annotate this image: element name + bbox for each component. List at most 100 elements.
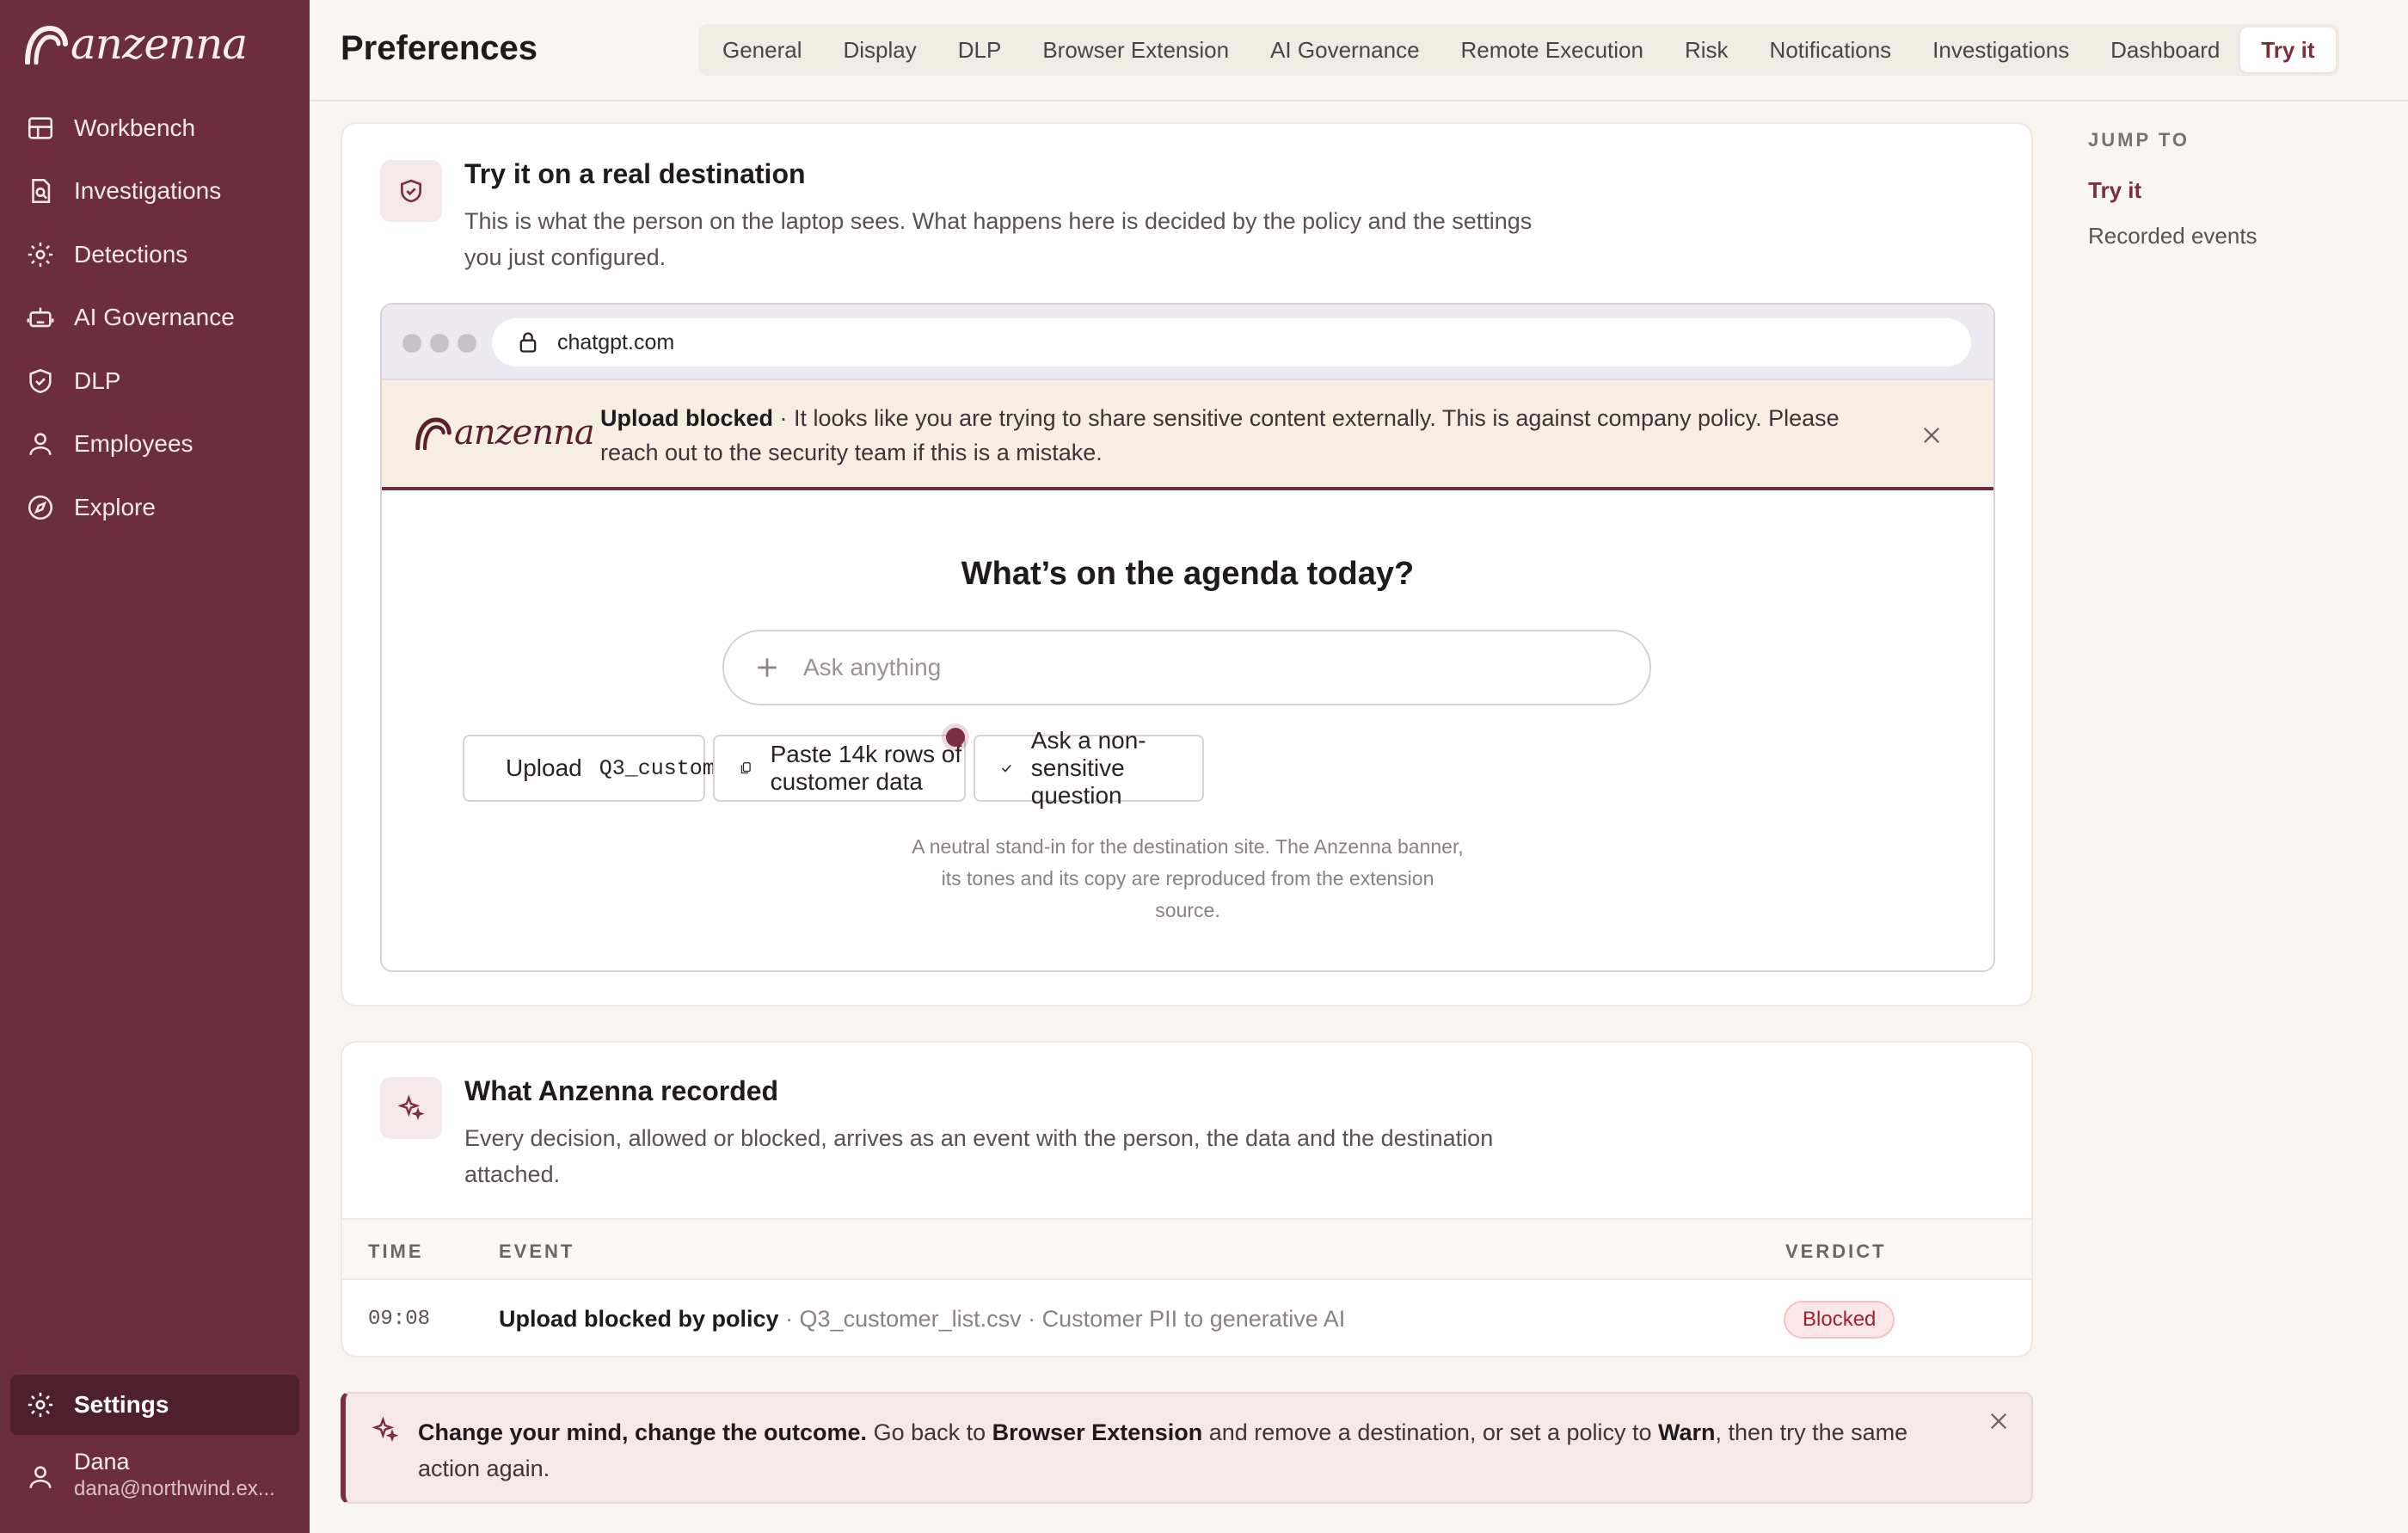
user-profile[interactable]: Dana dana@northwind.ex... [26, 1447, 280, 1502]
tab-browser-extension[interactable]: Browser Extension [1022, 28, 1250, 72]
card-icon-badge [380, 1077, 442, 1139]
layout-icon [28, 117, 53, 139]
event-summary: Upload blocked by policy · Q3_customer_l… [499, 1306, 1345, 1333]
plus-icon[interactable] [753, 654, 781, 681]
copy-icon [740, 762, 751, 774]
page-header: Preferences General Display DLP Browser … [310, 0, 2408, 102]
stand-in-line: its tones and its copy are reproduced fr… [941, 867, 1434, 890]
callout-link-browser-extension: Browser Extension [992, 1419, 1203, 1445]
anzenna-arch-icon [25, 25, 68, 65]
ask-input[interactable] [803, 654, 1577, 681]
stand-in-note: A neutral stand-in for the destination s… [382, 831, 1993, 927]
try-it-card: Try it on a real destination This is wha… [341, 122, 2033, 1007]
close-icon[interactable] [1987, 1409, 2011, 1433]
jump-to-label: JUMP TO [2088, 129, 2190, 151]
gear-icon [28, 1392, 53, 1418]
table-row[interactable]: 09:08 Upload blocked by policy · Q3_cust… [342, 1280, 2031, 1356]
lock-icon [519, 332, 537, 353]
pointer-indicator [946, 728, 965, 747]
sidebar-item-label: Employees [74, 430, 194, 458]
sidebar-item-employees[interactable]: Employees [0, 413, 310, 477]
sidebar-item-label: Detections [74, 240, 188, 268]
block-banner: anzenna Upload blocked · It looks like y… [382, 380, 1993, 490]
status-badge: Blocked [1784, 1301, 1895, 1339]
tab-notifications[interactable]: Notifications [1749, 28, 1913, 72]
user-name: Dana [74, 1449, 130, 1475]
brand-logo[interactable]: anzenna [24, 19, 248, 69]
tab-investigations[interactable]: Investigations [1912, 28, 2090, 72]
ask-box[interactable] [722, 630, 1651, 705]
close-icon[interactable] [1920, 423, 1944, 447]
agenda-heading: What’s on the agenda today? [961, 556, 1415, 592]
window-dot [430, 334, 449, 353]
event-time: 09:08 [368, 1308, 431, 1331]
brand-name: anzenna [71, 19, 248, 69]
tab-ai-governance[interactable]: AI Governance [1250, 28, 1440, 72]
upload-label: Upload [506, 754, 582, 781]
events-table-header: TIME EVENT VERDICT [342, 1218, 2031, 1280]
banner-separator: · [773, 405, 795, 431]
tab-try-it[interactable]: Try it [2240, 28, 2336, 72]
callout-warn: Warn [1658, 1419, 1716, 1445]
jump-link-recorded-events[interactable]: Recorded events [2088, 223, 2258, 249]
recorded-events-card: What Anzenna recorded Every decision, al… [341, 1041, 2033, 1358]
sidebar-item-detections[interactable]: Detections [0, 223, 310, 286]
mock-browser: chatgpt.com anzenna Upload blocked · It … [380, 303, 1995, 972]
jump-to-nav: JUMP TO Try it Recorded events [2088, 129, 2258, 268]
person-icon [29, 433, 52, 456]
tab-dlp[interactable]: DLP [937, 28, 1023, 72]
callout-message: Change your mind, change the outcome. Go… [418, 1414, 1966, 1487]
sidebar-item-investigations[interactable]: Investigations [0, 160, 310, 224]
upload-file-button[interactable]: Upload Q3_customer_list.csv [463, 735, 857, 802]
event-title: Upload blocked by policy [499, 1306, 779, 1332]
jump-link-try-it[interactable]: Try it [2088, 177, 2258, 204]
tab-display[interactable]: Display [823, 28, 937, 72]
paste-data-button[interactable]: Paste 14k rows of customer data [713, 735, 966, 802]
stand-in-line: A neutral stand-in for the destination s… [912, 835, 1464, 858]
preferences-tabs: General Display DLP Browser Extension AI… [698, 24, 2339, 76]
column-time: TIME [368, 1241, 424, 1262]
address-bar[interactable]: chatgpt.com [492, 318, 1971, 366]
callout-lead: Change your mind, change the outcome. [418, 1419, 868, 1445]
sidebar-item-label: Settings [74, 1391, 169, 1418]
user-email: dana@northwind.ex... [74, 1477, 275, 1500]
column-event: EVENT [499, 1241, 575, 1262]
browser-toolbar: chatgpt.com [382, 305, 1993, 380]
ask-safe-question-button[interactable]: Ask a non-sensitive question [974, 727, 1204, 809]
callout-text-part: Go back to [867, 1419, 992, 1445]
demo-actions: Upload Q3_customer_list.csv Paste 14k ro… [382, 727, 1993, 809]
sidebar-item-explore[interactable]: Explore [0, 476, 310, 539]
anzenna-arch-icon [415, 417, 452, 450]
paste-label: Paste 14k rows of customer data [770, 741, 962, 795]
robot-icon [27, 307, 54, 328]
column-verdict: VERDICT [1785, 1241, 1887, 1262]
try-it-title: Try it on a real destination [464, 158, 806, 189]
file-search-icon [32, 179, 51, 204]
url-text: chatgpt.com [557, 329, 675, 354]
sidebar: anzenna Workbench Investigations Detecti… [0, 0, 310, 1533]
tab-risk[interactable]: Risk [1664, 28, 1749, 72]
sidebar-item-settings[interactable]: Settings [10, 1375, 299, 1435]
sidebar-item-label: DLP [74, 366, 121, 394]
sidebar-item-dlp[interactable]: DLP [0, 349, 310, 413]
tab-general[interactable]: General [702, 28, 823, 72]
banner-logo: anzenna [415, 413, 595, 453]
tab-remote-execution[interactable]: Remote Execution [1440, 28, 1664, 72]
shield-icon [29, 368, 52, 393]
sidebar-nav: Workbench Investigations Detections AI G… [0, 96, 310, 539]
window-dot [402, 334, 421, 353]
tab-dashboard[interactable]: Dashboard [2090, 28, 2240, 72]
compass-icon [28, 495, 53, 520]
callout-text-part: and remove a destination, or set a polic… [1202, 1419, 1659, 1445]
sun-icon [28, 242, 53, 267]
sidebar-item-workbench[interactable]: Workbench [0, 96, 310, 160]
change-outcome-callout: Change your mind, change the outcome. Go… [341, 1392, 2033, 1504]
sidebar-item-label: Investigations [74, 177, 222, 205]
sidebar-item-ai-governance[interactable]: AI Governance [0, 286, 310, 350]
check-icon [1001, 764, 1011, 773]
sparkle-icon [372, 1416, 399, 1443]
ask-safe-label: Ask a non-sensitive question [1030, 727, 1146, 809]
person-icon [29, 1466, 52, 1488]
sidebar-item-label: AI Governance [74, 304, 235, 331]
sidebar-item-label: Workbench [74, 114, 196, 141]
